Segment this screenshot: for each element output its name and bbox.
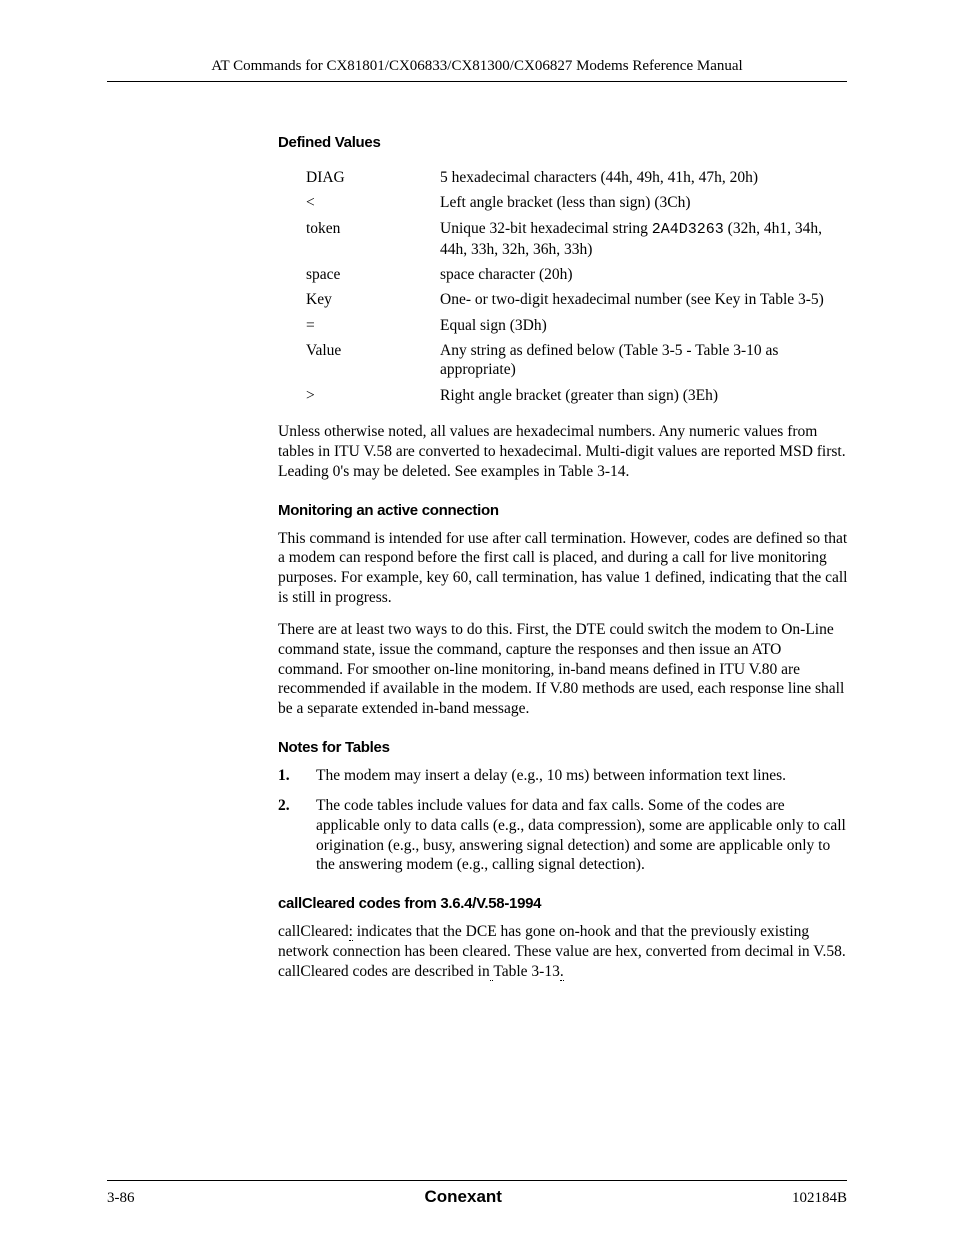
heading-callcleared: callCleared codes from 3.6.4/V.58-1994 bbox=[278, 895, 850, 912]
page: AT Commands for CX81801/CX06833/CX81300/… bbox=[0, 0, 954, 1235]
footer-doc-id: 102184B bbox=[792, 1190, 847, 1207]
def-desc-prefix: Unique 32-bit hexadecimal string bbox=[440, 220, 652, 237]
note-number: 2. bbox=[278, 796, 290, 816]
def-term: Key bbox=[306, 287, 440, 312]
def-desc: space character (20h) bbox=[440, 262, 848, 287]
footer-brand: Conexant bbox=[425, 1187, 502, 1207]
callcleared-term: callCleared bbox=[278, 923, 349, 940]
def-row: space space character (20h) bbox=[306, 262, 848, 287]
note-item: 2. The code tables include values for da… bbox=[278, 796, 850, 875]
def-desc: Unique 32-bit hexadecimal string 2A4D326… bbox=[440, 216, 848, 262]
note-number: 1. bbox=[278, 766, 290, 786]
heading-notes: Notes for Tables bbox=[278, 739, 850, 756]
def-desc-mono: 2A4D3263 bbox=[652, 221, 724, 238]
def-row: token Unique 32-bit hexadecimal string 2… bbox=[306, 216, 848, 262]
callcleared-paragraph: callCleared: indicates that the DCE has … bbox=[278, 922, 850, 981]
def-row: Value Any string as defined below (Table… bbox=[306, 338, 848, 383]
def-row: = Equal sign (3Dh) bbox=[306, 313, 848, 338]
note-item: 1. The modem may insert a delay (e.g., 1… bbox=[278, 766, 850, 786]
def-term: > bbox=[306, 383, 440, 408]
def-term: DIAG bbox=[306, 165, 440, 190]
heading-defined-values: Defined Values bbox=[278, 134, 850, 151]
def-desc: Equal sign (3Dh) bbox=[440, 313, 848, 338]
footer-rule bbox=[107, 1180, 847, 1181]
def-desc: Left angle bracket (less than sign) (3Ch… bbox=[440, 190, 848, 215]
footer-row: 3-86 Conexant 102184B bbox=[107, 1187, 847, 1207]
def-term: space bbox=[306, 262, 440, 287]
heading-monitoring: Monitoring an active connection bbox=[278, 502, 850, 519]
def-desc: Right angle bracket (greater than sign) … bbox=[440, 383, 848, 408]
defined-values-table: DIAG 5 hexadecimal characters (44h, 49h,… bbox=[306, 165, 848, 408]
monitoring-paragraph-1: This command is intended for use after c… bbox=[278, 529, 850, 608]
header-rule bbox=[107, 81, 847, 82]
def-row: DIAG 5 hexadecimal characters (44h, 49h,… bbox=[306, 165, 848, 190]
note-text: The modem may insert a delay (e.g., 10 m… bbox=[316, 767, 786, 784]
callcleared-table-ref: Table 3-13 bbox=[493, 963, 560, 980]
footer-page-number: 3-86 bbox=[107, 1190, 135, 1207]
def-term: = bbox=[306, 313, 440, 338]
def-term: Value bbox=[306, 338, 440, 383]
callcleared-period: . bbox=[560, 963, 564, 981]
def-row: > Right angle bracket (greater than sign… bbox=[306, 383, 848, 408]
content-block: Defined Values DIAG 5 hexadecimal charac… bbox=[278, 134, 850, 982]
defined-values-note: Unless otherwise noted, all values are h… bbox=[278, 422, 850, 481]
def-desc: 5 hexadecimal characters (44h, 49h, 41h,… bbox=[440, 165, 848, 190]
def-term: < bbox=[306, 190, 440, 215]
def-term: token bbox=[306, 216, 440, 262]
running-header: AT Commands for CX81801/CX06833/CX81300/… bbox=[107, 58, 847, 81]
monitoring-paragraph-2: There are at least two ways to do this. … bbox=[278, 620, 850, 719]
def-desc: Any string as defined below (Table 3-5 -… bbox=[440, 338, 848, 383]
note-text: The code tables include values for data … bbox=[316, 797, 846, 873]
def-row: Key One- or two-digit hexadecimal number… bbox=[306, 287, 848, 312]
notes-list: 1. The modem may insert a delay (e.g., 1… bbox=[278, 766, 850, 875]
def-desc: One- or two-digit hexadecimal number (se… bbox=[440, 287, 848, 312]
def-row: < Left angle bracket (less than sign) (3… bbox=[306, 190, 848, 215]
footer: 3-86 Conexant 102184B bbox=[107, 1180, 847, 1207]
